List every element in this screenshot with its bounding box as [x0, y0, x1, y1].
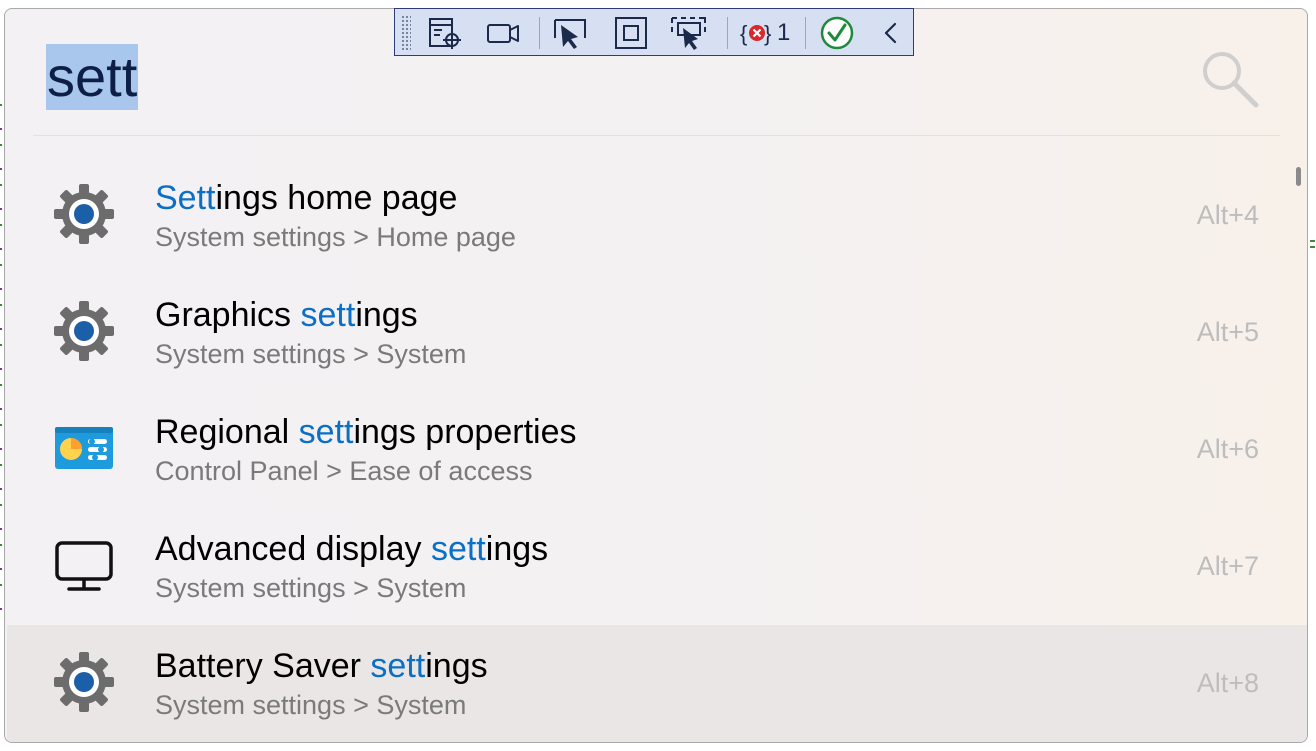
binding-error-count: 1 [777, 19, 791, 46]
result-shortcut: Alt+6 [1196, 434, 1259, 464]
result-title-rest: ings [355, 296, 418, 334]
monitor-icon [55, 541, 113, 591]
result-subtitle: System settings > System [155, 339, 467, 369]
result-title-rest: ings [485, 530, 549, 568]
search-divider [33, 135, 1280, 136]
result-subtitle: System settings > Home page [155, 222, 516, 252]
result-item-selected[interactable]: Battery Saver settings System settings >… [7, 625, 1307, 742]
result-title: Advanced display settings [155, 529, 548, 569]
search-icon[interactable] [1198, 47, 1262, 111]
result-shortcut: Alt+7 [1196, 551, 1259, 581]
gear-icon [54, 301, 114, 361]
result-item[interactable]: Settings home page System settings > Hom… [7, 157, 1307, 274]
gear-icon [54, 184, 114, 244]
result-subtitle: System settings > System [155, 690, 467, 720]
run-launcher-window: sett Settings home page System settings … [4, 8, 1308, 743]
control-panel-icon [55, 427, 113, 469]
background-window-edge [0, 90, 2, 610]
gear-icon [54, 652, 114, 712]
track-focus-button[interactable] [669, 14, 709, 52]
binding-errors-button[interactable]: { } [737, 14, 777, 52]
result-title-match: sett [370, 647, 426, 685]
record-button[interactable] [483, 14, 523, 52]
result-title-rest: ings [425, 647, 488, 685]
result-item[interactable]: Graphics settings System settings > Syst… [7, 274, 1307, 391]
debug-toolbar: { } 1 [394, 8, 914, 56]
toolbar-separator [727, 17, 728, 49]
checkmark-icon [820, 16, 854, 50]
result-title: Regional settings properties [155, 412, 576, 452]
result-title-pre: Battery Saver [155, 647, 371, 685]
result-shortcut: Alt+5 [1196, 317, 1259, 347]
result-title-match: Sett [155, 179, 216, 217]
toolbar-separator [539, 17, 540, 49]
background-window-edge [1310, 236, 1315, 250]
result-item[interactable]: Advanced display settings System setting… [7, 508, 1307, 625]
result-title-pre: Graphics [155, 296, 301, 334]
result-title-pre: Advanced display [155, 530, 431, 568]
result-title: Graphics settings [155, 295, 418, 335]
display-bounds-icon [615, 17, 647, 49]
result-subtitle: Control Panel > Ease of access [155, 456, 533, 486]
result-title-match: sett [298, 413, 354, 451]
toolbar-separator [805, 17, 806, 49]
result-title-match: sett [430, 530, 486, 568]
result-item[interactable]: Regional settings properties Control Pan… [7, 391, 1307, 508]
collapse-toolbar-button[interactable] [871, 14, 911, 52]
select-element-icon [429, 18, 461, 49]
search-input[interactable]: sett [46, 44, 139, 110]
record-icon [487, 24, 519, 43]
collapse-icon [884, 22, 897, 44]
pointer-select-button[interactable] [551, 14, 591, 52]
track-focus-icon [671, 17, 706, 50]
binding-errors-icon: { } [740, 21, 771, 46]
result-title: Battery Saver settings [155, 646, 488, 686]
select-element-button[interactable] [425, 14, 465, 52]
result-subtitle: System settings > System [155, 573, 467, 603]
result-title-match: sett [300, 296, 356, 334]
result-shortcut: Alt+8 [1196, 668, 1259, 698]
result-title-rest: ings home page [215, 179, 458, 217]
toolbar-grip[interactable] [401, 15, 411, 51]
svg-text:{: { [740, 21, 747, 46]
result-shortcut: Alt+4 [1196, 200, 1259, 230]
svg-text:}: } [764, 21, 771, 46]
pointer-select-icon [554, 19, 586, 49]
display-bounds-button[interactable] [611, 14, 651, 52]
result-title-rest: ings properties [353, 413, 577, 451]
result-title: Settings home page [155, 178, 457, 218]
result-title-pre: Regional [155, 413, 299, 451]
accessibility-check-button[interactable] [817, 14, 857, 52]
